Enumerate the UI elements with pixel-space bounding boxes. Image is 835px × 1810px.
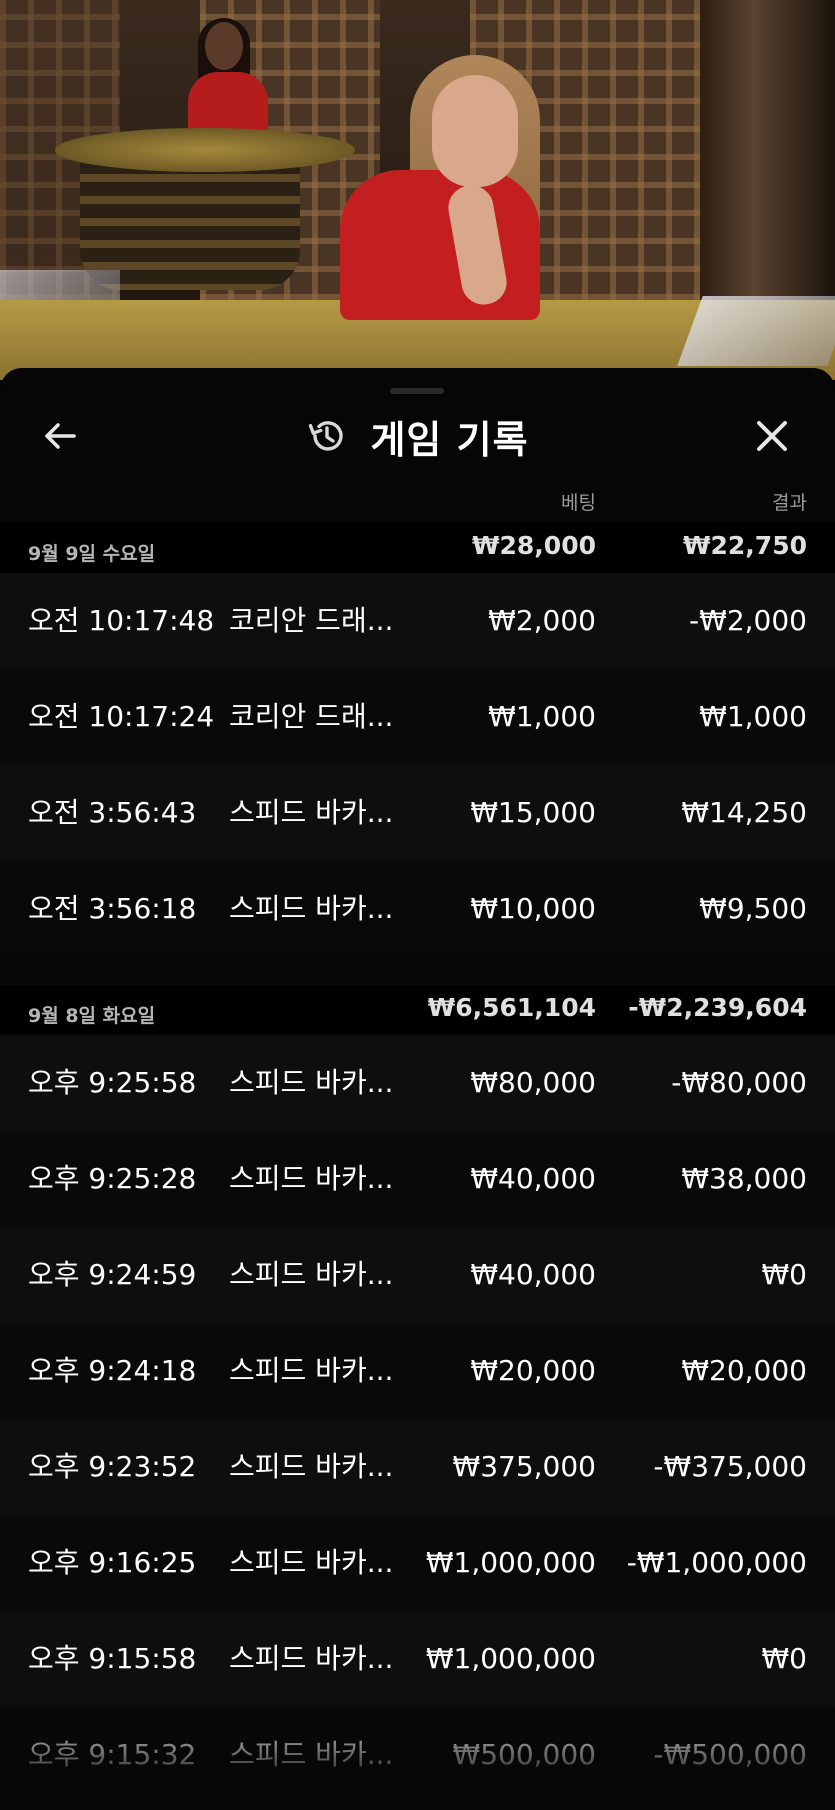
history-row[interactable]: 오후 9:24:18 스피드 바카... ₩20,000 ₩20,000	[0, 1323, 835, 1419]
row-bet: ₩1,000	[488, 700, 596, 733]
row-game: 스피드 바카...	[229, 1162, 394, 1195]
row-game: 스피드 바카...	[229, 1546, 394, 1579]
day-total-result: ₩22,750	[682, 531, 807, 560]
day-label: 9월 9일 수요일	[28, 543, 156, 565]
day-total-bet: ₩28,000	[471, 531, 596, 560]
history-row[interactable]: 오전 10:17:48 코리안 드래... ₩2,000 -₩2,000	[0, 573, 835, 669]
row-bet: ₩1,000,000	[425, 1546, 596, 1579]
dealer-face	[432, 75, 518, 187]
day-header: 9월 8일 화요일 ₩6,561,104 -₩2,239,604	[0, 985, 835, 1035]
row-result: ₩0	[761, 1258, 808, 1291]
row-bet: ₩500,000	[452, 1738, 596, 1771]
history-row[interactable]: 오후 9:15:32 스피드 바카... ₩500,000 -₩500,000	[0, 1707, 835, 1803]
row-game: 코리안 드래...	[229, 604, 394, 637]
row-time: 오후 9:15:32	[28, 1738, 197, 1771]
row-bet: ₩1,000,000	[425, 1642, 596, 1675]
history-icon	[309, 421, 344, 451]
row-game: 코리안 드래...	[229, 700, 394, 733]
row-result: ₩20,000	[681, 1354, 807, 1387]
history-row[interactable]: 오후 9:15:58 스피드 바카... ₩1,000,000 ₩0	[0, 1611, 835, 1707]
screen: 게임 기록 베팅 결과 9월 9일 수요일 ₩28,000 ₩22,750 오전…	[0, 0, 835, 1810]
row-game: 스피드 바카...	[229, 1738, 394, 1771]
row-bet: ₩40,000	[470, 1258, 596, 1291]
history-row[interactable]: 오전 10:17:24 코리안 드래... ₩1,000 ₩1,000	[0, 669, 835, 765]
row-time: 오후 9:24:59	[28, 1258, 197, 1291]
row-bet: ₩375,000	[452, 1450, 596, 1483]
close-icon	[757, 421, 787, 451]
history-list: 오전 10:17:48 코리안 드래... ₩2,000 -₩2,000 오전 …	[0, 573, 835, 957]
row-result: ₩14,250	[681, 796, 807, 829]
row-game: 스피드 바카...	[229, 1066, 394, 1099]
row-result: ₩38,000	[681, 1162, 807, 1195]
day-total-bet: ₩6,561,104	[427, 993, 596, 1022]
row-time: 오전 3:56:43	[28, 796, 197, 829]
row-result: -₩375,000	[653, 1450, 807, 1483]
row-game: 스피드 바카...	[229, 1354, 394, 1387]
row-result: ₩1,000	[699, 700, 807, 733]
row-time: 오전 10:17:48	[28, 604, 215, 637]
row-time: 오전 10:17:24	[28, 700, 215, 733]
row-result: -₩500,000	[653, 1738, 807, 1771]
row-bet: ₩80,000	[470, 1066, 596, 1099]
day-total-result: -₩2,239,604	[628, 993, 807, 1022]
sheet-grabber[interactable]	[390, 388, 444, 394]
history-row[interactable]: 오후 9:16:25 스피드 바카... ₩1,000,000 -₩1,000,…	[0, 1515, 835, 1611]
row-bet: ₩20,000	[470, 1354, 596, 1387]
row-time: 오후 9:23:52	[28, 1450, 197, 1483]
close-button[interactable]	[748, 412, 796, 460]
row-time: 오후 9:25:58	[28, 1066, 197, 1099]
dealer-body	[340, 170, 540, 320]
row-time: 오후 9:25:28	[28, 1162, 197, 1195]
row-time: 오후 9:16:25	[28, 1546, 197, 1579]
live-video-background	[0, 0, 835, 380]
section-gap	[0, 957, 835, 985]
history-row[interactable]: 오후 9:25:58 스피드 바카... ₩80,000 -₩80,000	[0, 1035, 835, 1131]
page-title: 게임 기록	[370, 417, 529, 462]
row-bet: ₩15,000	[470, 796, 596, 829]
history-row[interactable]: 오후 9:25:28 스피드 바카... ₩40,000 ₩38,000	[0, 1131, 835, 1227]
row-time: 오전 3:56:18	[28, 892, 197, 925]
row-time: 오후 9:15:58	[28, 1642, 197, 1675]
column-header-result: 결과	[772, 492, 807, 514]
card-shoe-right	[677, 296, 835, 366]
column-header-bet: 베팅	[561, 492, 596, 514]
history-row[interactable]: 오후 9:24:59 스피드 바카... ₩40,000 ₩0	[0, 1227, 835, 1323]
row-result: -₩2,000	[689, 604, 807, 637]
row-result: -₩80,000	[671, 1066, 807, 1099]
game-history-sheet: 게임 기록 베팅 결과 9월 9일 수요일 ₩28,000 ₩22,750 오전…	[0, 368, 835, 1810]
row-result: ₩9,500	[699, 892, 807, 925]
row-bet: ₩40,000	[470, 1162, 596, 1195]
day-label: 9월 8일 화요일	[28, 1005, 156, 1027]
history-row[interactable]: 오전 3:56:43 스피드 바카... ₩15,000 ₩14,250	[0, 765, 835, 861]
row-bet: ₩10,000	[470, 892, 596, 925]
row-bet: ₩2,000	[488, 604, 596, 637]
row-game: 스피드 바카...	[229, 1642, 394, 1675]
row-time: 오후 9:24:18	[28, 1354, 197, 1387]
sheet-header: 게임 기록	[0, 396, 835, 476]
row-game: 스피드 바카...	[229, 892, 394, 925]
history-row[interactable]: 오전 3:56:18 스피드 바카... ₩10,000 ₩9,500	[0, 861, 835, 957]
sheet-title: 게임 기록	[0, 408, 835, 464]
row-game: 스피드 바카...	[229, 1450, 394, 1483]
day-header: 9월 9일 수요일 ₩28,000 ₩22,750	[0, 523, 835, 573]
background-dealer-head	[205, 22, 243, 70]
background-dealer-body	[188, 72, 268, 134]
history-row[interactable]: 오후 9:23:52 스피드 바카... ₩375,000 -₩375,000	[0, 1419, 835, 1515]
row-result: -₩1,000,000	[626, 1546, 807, 1579]
background-table-top	[55, 128, 355, 172]
row-game: 스피드 바카...	[229, 796, 394, 829]
row-game: 스피드 바카...	[229, 1258, 394, 1291]
history-list: 오후 9:25:58 스피드 바카... ₩80,000 -₩80,000 오후…	[0, 1035, 835, 1803]
row-result: ₩0	[761, 1642, 808, 1675]
